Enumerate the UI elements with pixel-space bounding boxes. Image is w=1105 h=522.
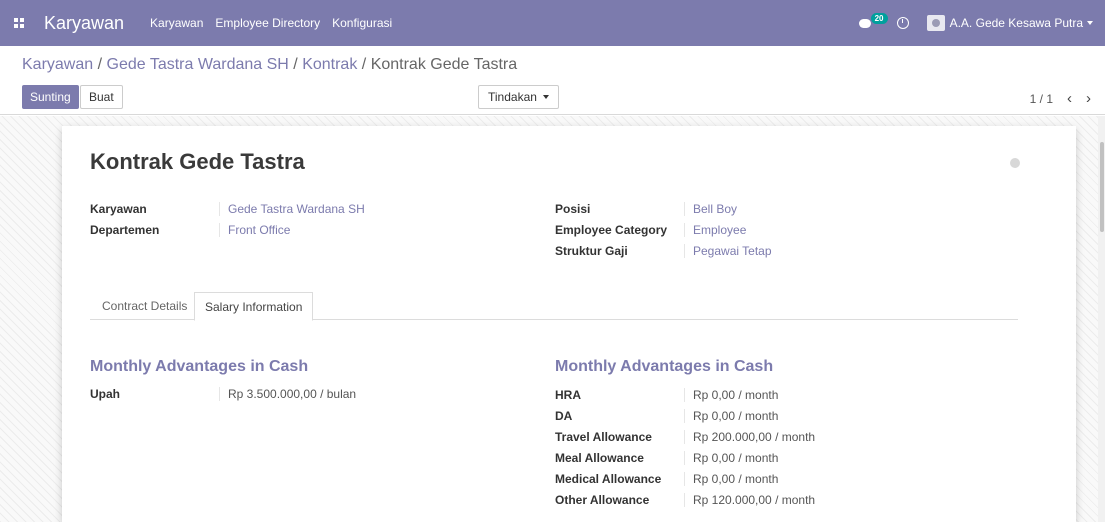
field-value-posisi[interactable]: Bell Boy — [684, 202, 737, 216]
breadcrumb-item-kontrak[interactable]: Kontrak — [302, 56, 357, 73]
field-value-travel-allowance: Rp 200.000,00 / month — [684, 430, 815, 444]
chat-count-badge: 20 — [870, 13, 888, 24]
breadcrumb-item-employee[interactable]: Gede Tastra Wardana SH — [107, 56, 289, 73]
field-value-medical-allowance: Rp 0,00 / month — [684, 472, 778, 486]
field-value-employee-category[interactable]: Employee — [684, 223, 746, 237]
control-panel: Karyawan / Gede Tastra Wardana SH / Kont… — [0, 46, 1105, 115]
chevron-down-icon — [542, 95, 549, 99]
field-label-travel-allowance: Travel Allowance — [555, 430, 652, 444]
field-label-posisi: Posisi — [555, 202, 591, 216]
chevron-right-icon[interactable]: › — [1086, 90, 1091, 107]
field-label-other-allowance: Other Allowance — [555, 493, 650, 507]
menu-item-karyawan[interactable]: Karyawan — [150, 16, 203, 30]
section-title-right: Monthly Advantages in Cash — [555, 358, 774, 375]
field-value-struktur-gaji[interactable]: Pegawai Tetap — [684, 244, 772, 258]
field-label-medical-allowance: Medical Allowance — [555, 472, 662, 486]
edit-button[interactable]: Sunting — [22, 85, 79, 109]
chevron-left-icon[interactable]: ‹ — [1067, 90, 1072, 107]
action-label: Tindakan — [488, 90, 537, 104]
field-label-upah: Upah — [90, 387, 120, 401]
breadcrumb-current: Kontrak Gede Tastra — [370, 56, 518, 73]
breadcrumb-separator: / — [97, 56, 103, 73]
scrollbar-thumb[interactable] — [1100, 142, 1104, 232]
tab-salary-information[interactable]: Salary Information — [194, 292, 314, 321]
breadcrumb: Karyawan / Gede Tastra Wardana SH / Kont… — [22, 56, 517, 74]
breadcrumb-item-karyawan[interactable]: Karyawan — [22, 56, 93, 73]
top-navbar: Karyawan Karyawan Employee Directory Kon… — [0, 0, 1105, 46]
field-value-da: Rp 0,00 / month — [684, 409, 778, 423]
navbar-right: 20 A.A. Gede Kesawa Putra — [858, 0, 1105, 46]
record-title: Kontrak Gede Tastra — [90, 149, 305, 174]
field-label-struktur-gaji: Struktur Gaji — [555, 244, 628, 258]
chat-icon — [858, 18, 871, 28]
scrollbar[interactable] — [1098, 116, 1105, 522]
create-button[interactable]: Buat — [80, 85, 123, 109]
status-indicator-icon[interactable] — [1010, 158, 1020, 168]
apps-menu-icon[interactable] — [0, 0, 38, 46]
menu-item-employee-directory[interactable]: Employee Directory — [215, 16, 320, 30]
field-label-karyawan: Karyawan — [90, 202, 147, 216]
section-title-left: Monthly Advantages in Cash — [90, 358, 309, 375]
field-value-other-allowance: Rp 120.000,00 / month — [684, 493, 815, 507]
app-title[interactable]: Karyawan — [44, 13, 124, 34]
chat-button[interactable]: 20 — [858, 0, 888, 46]
field-label-employee-category: Employee Category — [555, 223, 668, 237]
field-value-upah: Rp 3.500.000,00 / bulan — [219, 387, 356, 401]
field-value-meal-allowance: Rp 0,00 / month — [684, 451, 778, 465]
menu-item-konfigurasi[interactable]: Konfigurasi — [332, 16, 392, 30]
pager: 1 / 1 ‹ › — [1030, 90, 1091, 107]
breadcrumb-separator: / — [361, 56, 367, 73]
tab-contract-details[interactable]: Contract Details — [92, 292, 197, 320]
field-value-departemen[interactable]: Front Office — [219, 223, 290, 237]
field-label-meal-allowance: Meal Allowance — [555, 451, 644, 465]
field-label-da: DA — [555, 409, 573, 423]
field-value-karyawan[interactable]: Gede Tastra Wardana SH — [219, 202, 365, 216]
form-sheet: Kontrak Gede Tastra Karyawan Gede Tastra… — [62, 126, 1076, 522]
user-name[interactable]: A.A. Gede Kesawa Putra — [950, 16, 1083, 30]
field-value-hra: Rp 0,00 / month — [684, 388, 778, 402]
breadcrumb-separator: / — [293, 56, 298, 73]
action-dropdown-button[interactable]: Tindakan — [478, 85, 559, 109]
field-label-hra: HRA — [555, 388, 581, 402]
notebook-tabs: Contract Details Salary Information — [90, 292, 1018, 321]
field-label-departemen: Departemen — [90, 223, 160, 237]
pager-value[interactable]: 1 / 1 — [1030, 92, 1053, 106]
user-menu-caret-icon[interactable] — [1087, 21, 1093, 25]
user-avatar[interactable] — [926, 15, 945, 31]
activity-clock-icon[interactable] — [896, 17, 909, 29]
